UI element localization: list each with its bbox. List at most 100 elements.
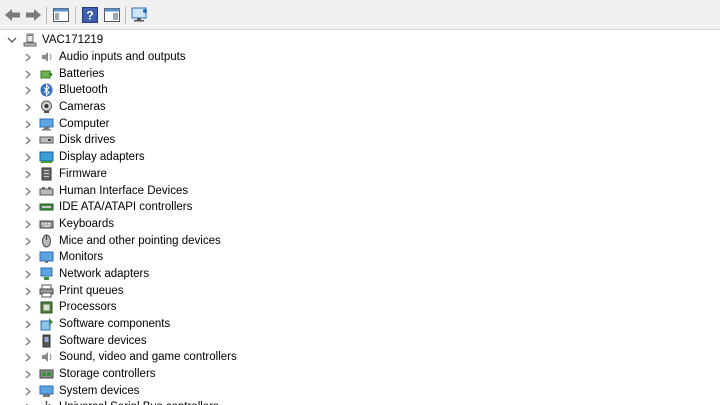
tree-node[interactable]: Sound, video and game controllers	[0, 349, 720, 366]
tree-node-label: Storage controllers	[59, 368, 156, 381]
tree-node[interactable]: Batteries	[0, 66, 720, 83]
tree-node[interactable]: Mice and other pointing devices	[0, 233, 720, 250]
chevron-right-icon[interactable]	[24, 387, 32, 396]
chevron-right-icon[interactable]	[24, 337, 32, 346]
printer-icon	[39, 284, 54, 298]
disk-drive-icon	[39, 136, 54, 144]
chevron-right-icon[interactable]	[24, 220, 32, 229]
help-icon[interactable]: ?	[81, 6, 99, 24]
tree-node-label: Keyboards	[59, 217, 114, 230]
tree-node[interactable]: Software components	[0, 316, 720, 333]
tree-node[interactable]: Monitors	[0, 249, 720, 266]
tree-node-label: Display adapters	[59, 151, 145, 164]
tree-node-label: Network adapters	[59, 267, 150, 280]
chevron-right-icon[interactable]	[24, 53, 32, 62]
chevron-right-icon[interactable]	[24, 170, 32, 179]
tree-items: Audio inputs and outputs Batteries Bluetoo…	[0, 49, 720, 405]
tree-node-label: Mice and other pointing devices	[59, 234, 221, 247]
firmware-icon	[41, 167, 52, 181]
computer-icon	[39, 118, 54, 131]
tree-node[interactable]: Display adapters	[0, 149, 720, 166]
battery-icon	[40, 70, 52, 79]
hid-icon	[39, 186, 54, 195]
tree-node-label: Universal Serial Bus controllers	[59, 400, 219, 405]
svg-text:?: ?	[86, 9, 93, 23]
tree-node[interactable]: Computer	[0, 116, 720, 133]
tree-node-label: Monitors	[59, 251, 104, 264]
tree-node[interactable]: System devices	[0, 383, 720, 400]
tree-root-label: VAC171219	[42, 34, 104, 46]
tree-node[interactable]: Disk drives	[0, 132, 720, 149]
monitor-icon	[39, 251, 54, 264]
tree-node[interactable]: Storage controllers	[0, 366, 720, 383]
back-arrow-icon[interactable]	[4, 6, 22, 24]
chevron-right-icon[interactable]	[24, 353, 32, 362]
tree-node-label: Sound, video and game controllers	[59, 351, 237, 364]
chevron-right-icon[interactable]	[24, 103, 32, 112]
speaker-icon	[42, 52, 52, 62]
chevron-right-icon[interactable]	[24, 70, 32, 79]
tree-root-node[interactable]: VAC171219	[0, 32, 720, 49]
ide-controller-icon	[39, 203, 54, 211]
processor-icon	[40, 301, 53, 314]
scan-hardware-icon[interactable]	[131, 6, 149, 24]
storage-controller-icon	[39, 369, 54, 379]
chevron-right-icon[interactable]	[24, 136, 32, 145]
chevron-right-icon[interactable]	[24, 370, 32, 379]
tree-node-label: Cameras	[59, 101, 106, 114]
tree-node[interactable]: Cameras	[0, 99, 720, 116]
software-component-icon	[40, 318, 53, 331]
tree-node-label: Print queues	[59, 284, 124, 297]
bluetooth-icon	[40, 83, 53, 97]
device-tree: VAC171219 Audio inputs and outputs Batter…	[0, 30, 720, 405]
tree-node[interactable]: Human Interface Devices	[0, 183, 720, 200]
sound-controller-icon	[42, 352, 52, 363]
tree-node[interactable]: IDE ATA/ATAPI controllers	[0, 199, 720, 216]
tree-node-label: Firmware	[59, 167, 107, 180]
tree-node[interactable]: Print queues	[0, 283, 720, 300]
tree-node[interactable]: Universal Serial Bus controllers	[0, 399, 720, 405]
forward-arrow-icon[interactable]	[24, 6, 42, 24]
chevron-right-icon[interactable]	[24, 253, 32, 262]
chevron-down-icon[interactable]	[7, 35, 17, 45]
tree-node[interactable]: Bluetooth	[0, 82, 720, 99]
tree-node-label: Human Interface Devices	[59, 184, 189, 197]
tree-node-label: System devices	[59, 384, 140, 397]
show-hide-console-tree-icon[interactable]	[52, 6, 70, 24]
tree-node[interactable]: Processors	[0, 299, 720, 316]
tree-node-label: Bluetooth	[59, 84, 108, 97]
chevron-right-icon[interactable]	[24, 237, 32, 246]
camera-icon	[41, 100, 52, 114]
tree-node[interactable]: Audio inputs and outputs	[0, 49, 720, 66]
chevron-right-icon[interactable]	[24, 303, 32, 312]
chevron-right-icon[interactable]	[24, 287, 32, 296]
toolbar: ?	[0, 0, 720, 30]
chevron-right-icon[interactable]	[24, 120, 32, 129]
tree-node[interactable]: Firmware	[0, 166, 720, 183]
tree-node-label: Disk drives	[59, 134, 116, 147]
tree-node[interactable]: Software devices	[0, 333, 720, 350]
chevron-right-icon[interactable]	[24, 153, 32, 162]
tree-node-label: Processors	[59, 301, 117, 314]
display-adapter-icon	[39, 151, 54, 164]
tree-node-label: Computer	[59, 117, 110, 130]
tree-node-label: Software components	[59, 318, 171, 330]
software-device-icon	[42, 334, 51, 348]
tree-node[interactable]: Keyboards	[0, 216, 720, 233]
usb-icon	[43, 401, 51, 405]
properties-pane-icon[interactable]	[103, 6, 121, 24]
tree-node[interactable]: Network adapters	[0, 266, 720, 283]
tree-node-label: Software devices	[59, 334, 147, 347]
chevron-right-icon[interactable]	[24, 203, 32, 212]
computer-root-icon	[23, 33, 37, 47]
chevron-right-icon[interactable]	[24, 270, 32, 279]
chevron-right-icon[interactable]	[24, 187, 32, 196]
tree-node-label: Batteries	[59, 67, 105, 80]
system-device-icon	[39, 385, 54, 397]
tree-node-label: IDE ATA/ATAPI controllers	[59, 201, 193, 214]
chevron-right-icon[interactable]	[24, 320, 32, 329]
chevron-right-icon[interactable]	[24, 86, 32, 95]
tree-node-label: Audio inputs and outputs	[59, 51, 186, 63]
mouse-icon	[42, 234, 51, 248]
network-adapter-icon	[40, 267, 53, 280]
